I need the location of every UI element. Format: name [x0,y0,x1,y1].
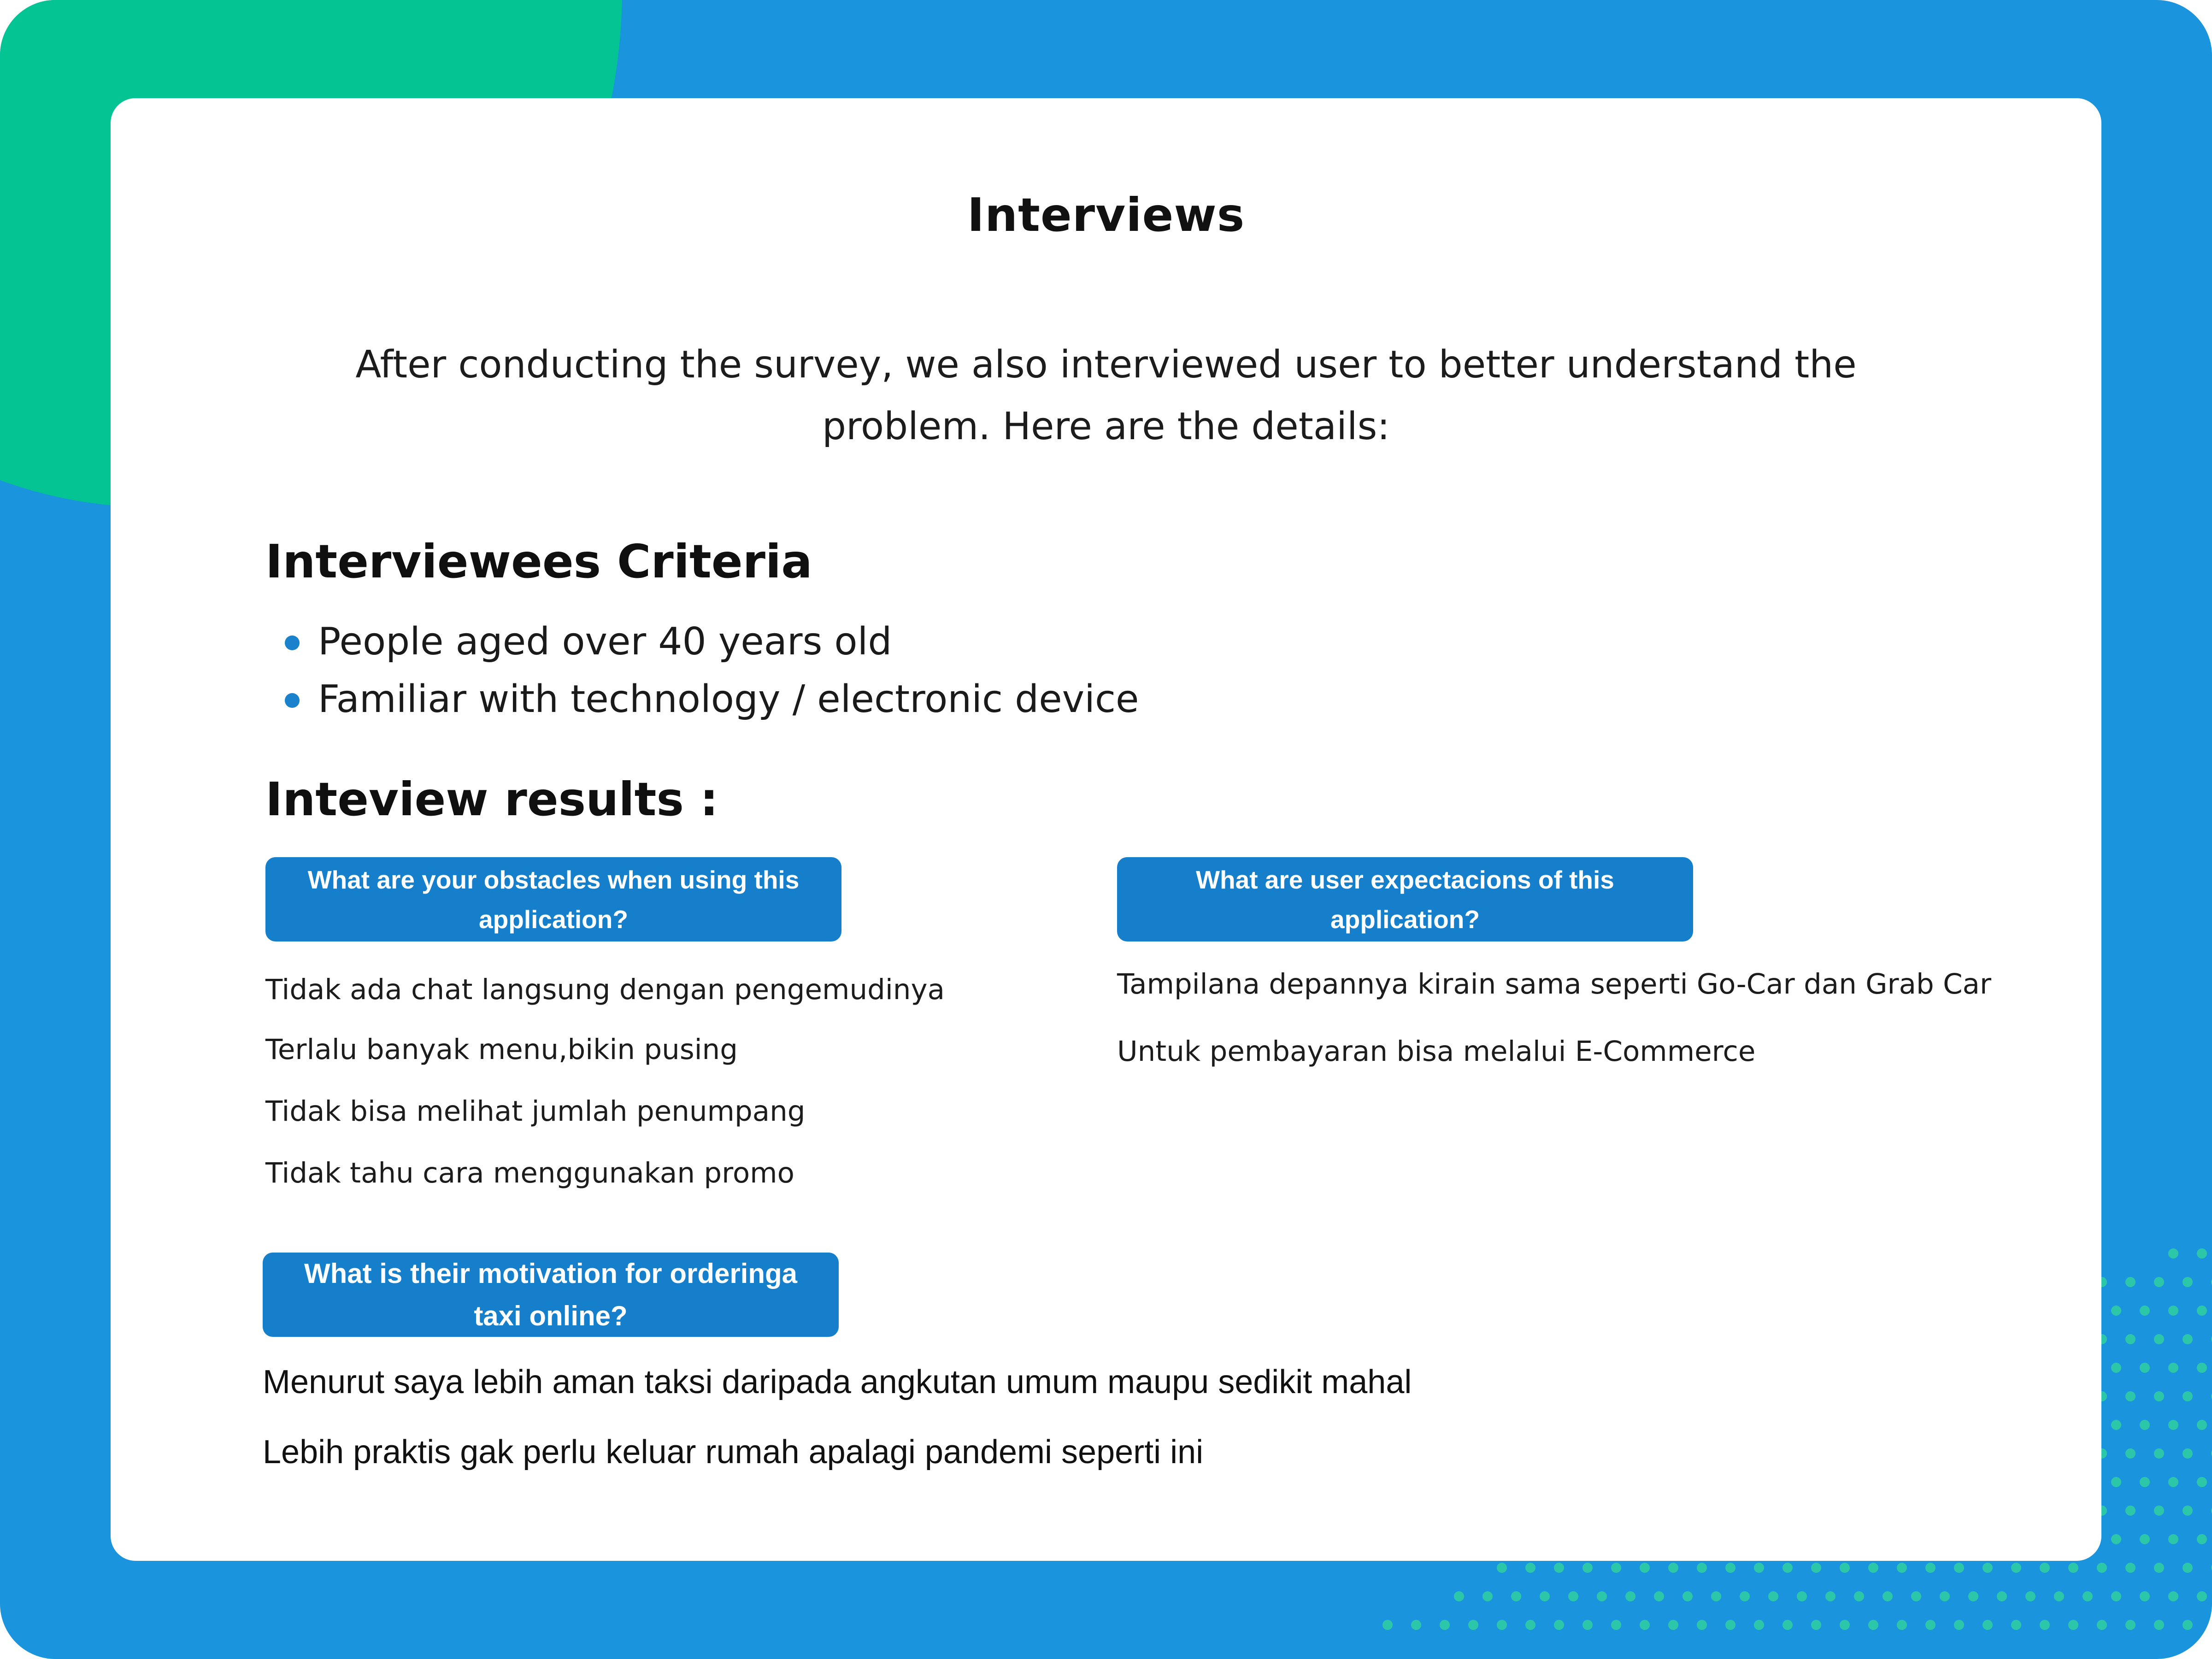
content-card [111,98,2101,1561]
criteria-heading: Interviewees Criteria [265,535,812,588]
results-heading: Inteview results : [265,772,718,826]
criteria-list: People aged over 40 years old Familiar w… [281,613,1139,728]
obstacles-answer: Tidak bisa melihat jumlah penumpang [265,1095,806,1128]
obstacles-answer: Tidak tahu cara menggunakan promo [265,1157,794,1189]
obstacles-question: What are your obstacles when using this … [307,865,800,934]
criteria-item: People aged over 40 years old [281,613,1139,671]
expectations-question: What are user expectacions of this appli… [1196,865,1614,934]
motivation-answer: Menurut saya lebih aman taksi daripada a… [263,1364,1412,1400]
obstacles-answer: Tidak ada chat langsung dengan pengemudi… [265,973,945,1006]
motivation-question: What is their motivation for orderinga t… [304,1258,798,1331]
criteria-item: Familiar with technology / electronic de… [281,671,1139,728]
expectations-answer: Tampilana depannya kirain sama seperti G… [1117,968,1992,1000]
slide-background: Interviews After conducting the survey, … [0,0,2212,1659]
motivation-answer: Lebih praktis gak perlu keluar rumah apa… [263,1434,1204,1471]
expectations-answer: Untuk pembayaran bisa melalui E-Commerce [1117,1035,1756,1068]
expectations-question-pill: What are user expectacions of this appli… [1117,857,1693,941]
obstacles-question-pill: What are your obstacles when using this … [265,857,841,941]
criteria-item-text: People aged over 40 years old [318,620,892,664]
motivation-question-pill: What is their motivation for orderinga t… [263,1253,839,1337]
bullet-icon [285,693,300,708]
obstacles-answer: Terlalu banyak menu,bikin pusing [265,1033,738,1066]
criteria-item-text: Familiar with technology / electronic de… [318,677,1139,721]
page-title: Interviews [967,188,1245,242]
bullet-icon [285,635,300,650]
intro-paragraph: After conducting the survey, we also int… [355,343,1857,448]
